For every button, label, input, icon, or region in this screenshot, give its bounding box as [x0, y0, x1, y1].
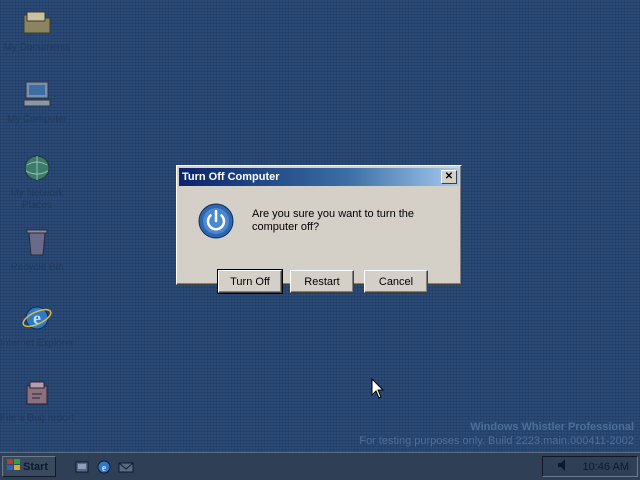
power-icon — [197, 202, 235, 240]
computer-icon — [21, 78, 53, 110]
turn-off-button[interactable]: Turn Off — [217, 269, 283, 294]
recycle-bin-icon — [21, 226, 53, 258]
folder-icon — [21, 6, 53, 38]
mouse-cursor-icon — [371, 377, 385, 400]
desktop-icon-recycle-bin[interactable]: Recycle Bin — [0, 226, 74, 274]
system-tray: 10:46 AM — [542, 456, 638, 477]
internet-explorer-icon: e — [21, 302, 53, 334]
dialog-titlebar[interactable]: Turn Off Computer ✕ — [179, 168, 459, 186]
clock[interactable]: 10:46 AM — [583, 461, 629, 473]
network-globe-icon — [21, 152, 53, 184]
desktop-icon-label: Internet Explorer — [0, 338, 74, 349]
show-desktop-icon[interactable] — [74, 459, 90, 475]
build-watermark: Windows Whistler Professional For testin… — [359, 420, 634, 448]
desktop-icon-my-documents[interactable]: My Documents — [0, 6, 74, 54]
desktop-icon-label: File a Bug report — [0, 413, 74, 424]
cancel-button[interactable]: Cancel — [364, 270, 428, 293]
desktop-icon-my-computer[interactable]: My Computer — [0, 78, 74, 126]
desktop-icon-label: My Network Places — [10, 188, 64, 211]
restart-button[interactable]: Restart — [290, 270, 354, 293]
start-label: Start — [23, 460, 49, 473]
outlook-express-icon[interactable] — [118, 459, 134, 475]
volume-icon[interactable] — [557, 458, 569, 475]
desktop-icon-my-network-places[interactable]: My Network Places — [0, 152, 74, 212]
close-button[interactable]: ✕ — [441, 170, 457, 184]
bug-report-icon — [21, 377, 53, 409]
internet-explorer-quicklaunch-icon[interactable]: e — [96, 459, 112, 475]
svg-text:e: e — [102, 463, 107, 474]
windows-logo-icon — [7, 459, 21, 474]
watermark-build: For testing purposes only. Build 2223.ma… — [359, 435, 634, 447]
desktop-icon-label: My Computer — [6, 114, 67, 125]
desktop-icon-file-a-bug-report[interactable]: File a Bug report — [0, 377, 74, 425]
close-icon: ✕ — [444, 171, 454, 182]
dialog-title: Turn Off Computer — [182, 171, 280, 183]
quick-launch-bar: e — [74, 459, 134, 475]
dialog-message: Are you sure you want to turn the comput… — [252, 208, 415, 233]
turn-off-dialog: Turn Off Computer ✕ Are you sure you wan… — [176, 165, 462, 294]
watermark-title: Windows Whistler Professional — [470, 421, 634, 433]
taskbar: Start e 10:46 AM — [0, 452, 640, 480]
start-button[interactable]: Start — [2, 456, 56, 477]
dialog-body: Are you sure you want to turn the comput… — [177, 188, 461, 294]
desktop-icon-label: My Documents — [3, 42, 71, 53]
desktop-icon-label: Recycle Bin — [10, 262, 64, 273]
desktop-icon-internet-explorer[interactable]: e Internet Explorer — [0, 302, 74, 350]
